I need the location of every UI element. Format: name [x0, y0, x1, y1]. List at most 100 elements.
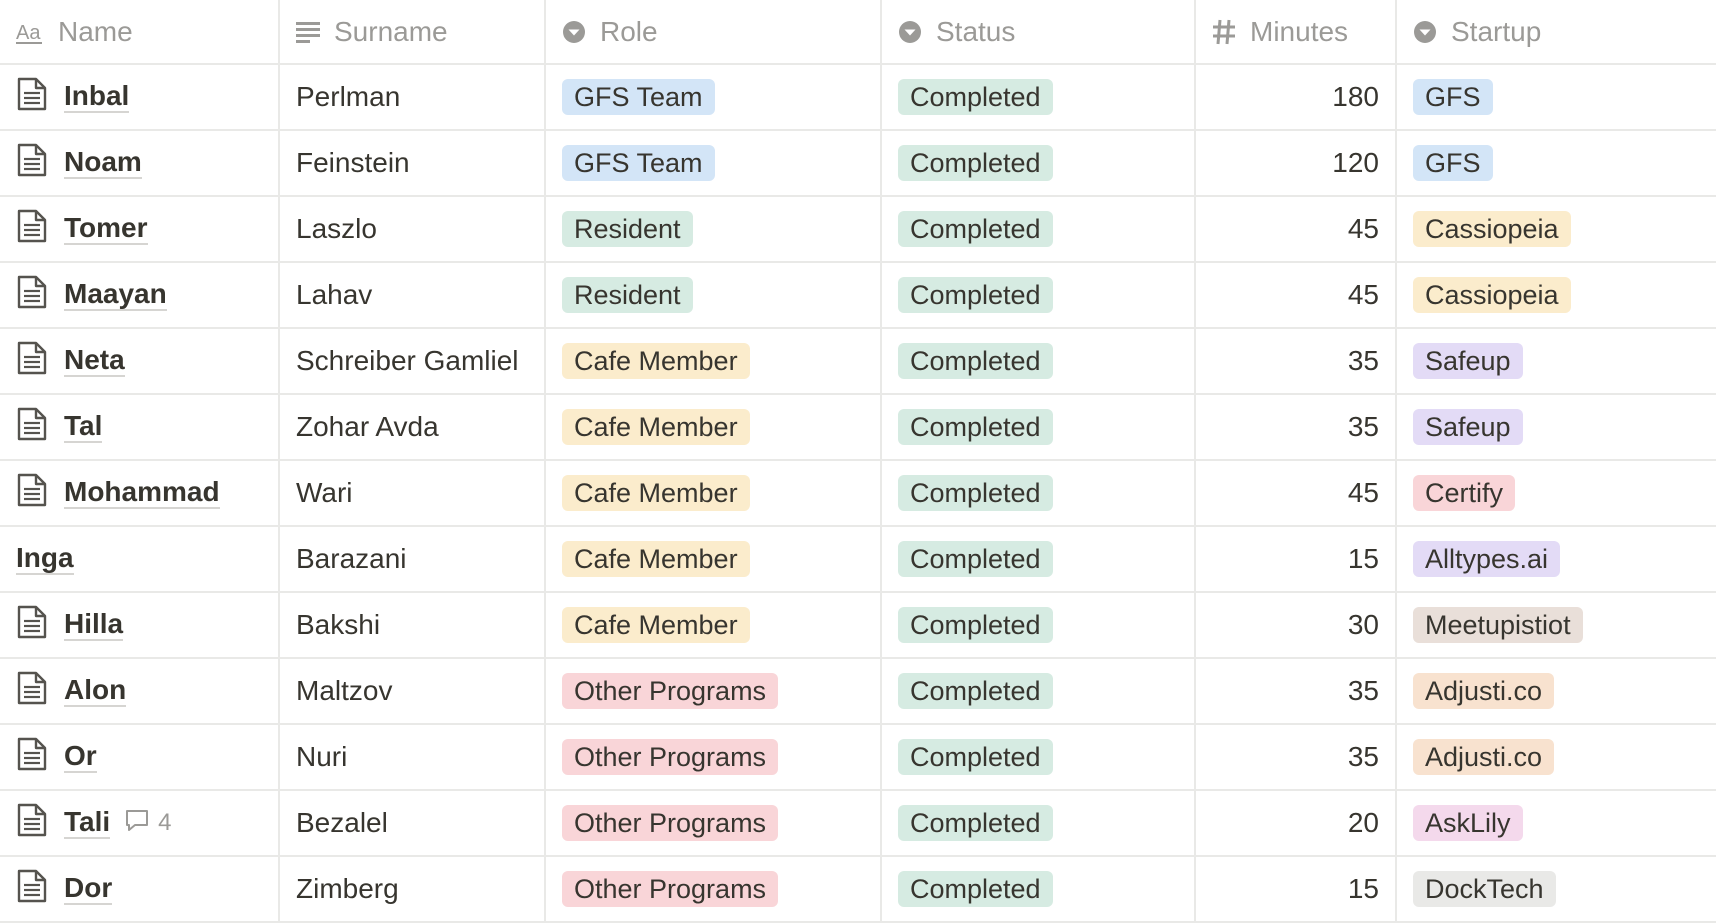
table-row[interactable]: Maayan Lahav Resident Completed 45 Cassiopeia — [0, 263, 1716, 329]
cell-status[interactable]: Completed — [882, 131, 1196, 195]
row-title-link[interactable]: Dor — [64, 873, 113, 905]
table-row[interactable]: Alon Maltzov Other Programs Completed 35 Adju… — [0, 659, 1716, 725]
cell-role[interactable]: Resident — [546, 263, 882, 327]
cell-status[interactable]: Completed — [882, 65, 1196, 129]
cell-minutes[interactable]: 35 — [1196, 395, 1397, 459]
column-header-surname[interactable]: Surname — [280, 0, 546, 63]
cell-role[interactable]: Cafe Member — [546, 527, 882, 591]
cell-minutes[interactable]: 35 — [1196, 725, 1397, 789]
cell-name[interactable]: Tali 4 — [0, 791, 280, 855]
cell-surname[interactable]: Perlman — [280, 65, 546, 129]
cell-surname[interactable]: Barazani — [280, 527, 546, 591]
table-row[interactable]: Neta Schreiber Gamliel Cafe Member Complete… — [0, 329, 1716, 395]
cell-status[interactable]: Completed — [882, 263, 1196, 327]
cell-startup[interactable]: Certify — [1397, 461, 1716, 525]
cell-name[interactable]: Inga — [0, 527, 280, 591]
cell-minutes[interactable]: 35 — [1196, 659, 1397, 723]
cell-surname[interactable]: Wari — [280, 461, 546, 525]
row-title-link[interactable]: Neta — [64, 345, 125, 377]
cell-name[interactable]: Or — [0, 725, 280, 789]
cell-startup[interactable]: DockTech — [1397, 857, 1716, 921]
cell-name[interactable]: Tal — [0, 395, 280, 459]
row-title-link[interactable]: Maayan — [64, 279, 167, 311]
row-title-link[interactable]: Inga — [16, 543, 74, 575]
cell-role[interactable]: Other Programs — [546, 857, 882, 921]
column-header-minutes[interactable]: Minutes — [1196, 0, 1397, 63]
cell-status[interactable]: Completed — [882, 527, 1196, 591]
cell-startup[interactable]: Safeup — [1397, 329, 1716, 393]
cell-startup[interactable]: Alltypes.ai — [1397, 527, 1716, 591]
cell-name[interactable]: Noam — [0, 131, 280, 195]
cell-name[interactable]: Hilla — [0, 593, 280, 657]
cell-surname[interactable]: Bezalel — [280, 791, 546, 855]
cell-role[interactable]: Cafe Member — [546, 329, 882, 393]
column-header-startup[interactable]: Startup — [1397, 0, 1716, 63]
cell-startup[interactable]: Cassiopeia — [1397, 263, 1716, 327]
row-title-link[interactable]: Hilla — [64, 609, 124, 641]
column-header-status[interactable]: Status — [882, 0, 1196, 63]
cell-surname[interactable]: Schreiber Gamliel — [280, 329, 546, 393]
cell-role[interactable]: Cafe Member — [546, 461, 882, 525]
row-title-link[interactable]: Mohammad — [64, 477, 220, 509]
row-title-link[interactable]: Noam — [64, 147, 142, 179]
cell-minutes[interactable]: 20 — [1196, 791, 1397, 855]
cell-startup[interactable]: Meetupistiot — [1397, 593, 1716, 657]
table-row[interactable]: Inbal Perlman GFS Team Completed 180 GFS — [0, 65, 1716, 131]
cell-status[interactable]: Completed — [882, 791, 1196, 855]
cell-surname[interactable]: Bakshi — [280, 593, 546, 657]
cell-surname[interactable]: Zimberg — [280, 857, 546, 921]
cell-status[interactable]: Completed — [882, 857, 1196, 921]
table-row[interactable]: Or Nuri Other Programs Completed 35 Adjusti.c… — [0, 725, 1716, 791]
row-title-link[interactable]: Or — [64, 741, 97, 773]
cell-minutes[interactable]: 35 — [1196, 329, 1397, 393]
cell-startup[interactable]: Safeup — [1397, 395, 1716, 459]
cell-status[interactable]: Completed — [882, 593, 1196, 657]
cell-status[interactable]: Completed — [882, 659, 1196, 723]
cell-surname[interactable]: Nuri — [280, 725, 546, 789]
cell-startup[interactable]: Cassiopeia — [1397, 197, 1716, 261]
row-title-link[interactable]: Tal — [64, 411, 103, 443]
cell-minutes[interactable]: 15 — [1196, 527, 1397, 591]
cell-name[interactable]: Neta — [0, 329, 280, 393]
cell-minutes[interactable]: 120 — [1196, 131, 1397, 195]
cell-role[interactable]: Other Programs — [546, 659, 882, 723]
cell-minutes[interactable]: 30 — [1196, 593, 1397, 657]
cell-role[interactable]: Cafe Member — [546, 395, 882, 459]
cell-role[interactable]: Resident — [546, 197, 882, 261]
table-row[interactable]: Inga Barazani Cafe Member Completed 15 Alltyp… — [0, 527, 1716, 593]
cell-status[interactable]: Completed — [882, 725, 1196, 789]
cell-surname[interactable]: Zohar Avda — [280, 395, 546, 459]
cell-startup[interactable]: GFS — [1397, 65, 1716, 129]
cell-role[interactable]: GFS Team — [546, 65, 882, 129]
table-row[interactable]: Mohammad Wari Cafe Member Completed 45 Certif… — [0, 461, 1716, 527]
cell-minutes[interactable]: 45 — [1196, 263, 1397, 327]
cell-status[interactable]: Completed — [882, 197, 1196, 261]
table-row[interactable]: Dor Zimberg Other Programs Completed 15 DockT… — [0, 857, 1716, 923]
row-title-link[interactable]: Inbal — [64, 81, 130, 113]
cell-startup[interactable]: Adjusti.co — [1397, 725, 1716, 789]
cell-surname[interactable]: Maltzov — [280, 659, 546, 723]
cell-status[interactable]: Completed — [882, 395, 1196, 459]
cell-surname[interactable]: Feinstein — [280, 131, 546, 195]
table-row[interactable]: Noam Feinstein GFS Team Completed 120 GFS — [0, 131, 1716, 197]
cell-role[interactable]: Cafe Member — [546, 593, 882, 657]
comment-count[interactable]: 4 — [124, 808, 172, 839]
table-row[interactable]: Tal Zohar Avda Cafe Member Completed 35 Safeu… — [0, 395, 1716, 461]
table-row[interactable]: Tali 4 Bezalel Other Programs Completed 20 Ask… — [0, 791, 1716, 857]
cell-minutes[interactable]: 45 — [1196, 197, 1397, 261]
row-title-link[interactable]: Alon — [64, 675, 127, 707]
cell-surname[interactable]: Laszlo — [280, 197, 546, 261]
table-row[interactable]: Tomer Laszlo Resident Completed 45 Cassiopeia — [0, 197, 1716, 263]
cell-role[interactable]: GFS Team — [546, 131, 882, 195]
cell-minutes[interactable]: 180 — [1196, 65, 1397, 129]
cell-name[interactable]: Dor — [0, 857, 280, 921]
cell-name[interactable]: Tomer — [0, 197, 280, 261]
cell-name[interactable]: Inbal — [0, 65, 280, 129]
cell-name[interactable]: Alon — [0, 659, 280, 723]
cell-startup[interactable]: Adjusti.co — [1397, 659, 1716, 723]
cell-startup[interactable]: AskLily — [1397, 791, 1716, 855]
cell-name[interactable]: Maayan — [0, 263, 280, 327]
cell-name[interactable]: Mohammad — [0, 461, 280, 525]
table-row[interactable]: Hilla Bakshi Cafe Member Completed 30 Meetupi… — [0, 593, 1716, 659]
cell-role[interactable]: Other Programs — [546, 725, 882, 789]
